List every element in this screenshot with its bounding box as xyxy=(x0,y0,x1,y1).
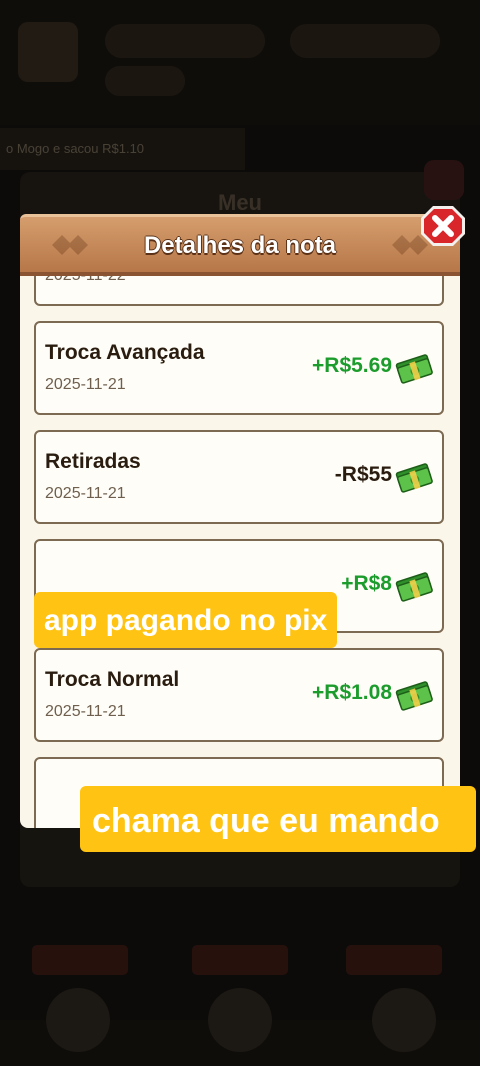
modal-header: Detalhes da nota xyxy=(20,214,460,276)
background-button-3 xyxy=(346,945,442,975)
note-details-modal: Detalhes da nota 2025-11-22 Troca Avança… xyxy=(20,206,465,828)
balance-pill xyxy=(290,24,440,58)
caption-overlay: app pagando no pix xyxy=(34,592,338,648)
cash-icon xyxy=(395,354,433,384)
list-item: Retiradas 2025-11-21 -R$55 xyxy=(34,430,444,524)
item-date: 2025-11-22 xyxy=(45,276,126,285)
nav-icon-1 xyxy=(46,988,110,1052)
avatar xyxy=(18,22,78,82)
item-amount: +R$1.08 xyxy=(312,681,392,704)
list-item: Troca Avançada 2025-11-21 +R$5.69 xyxy=(34,321,444,415)
currency-pill xyxy=(105,24,265,58)
item-title: Troca Normal xyxy=(45,668,180,691)
ticker-strip: o Mogo e sacou R$1.10 xyxy=(0,128,245,170)
cash-icon xyxy=(395,681,433,711)
item-amount: +R$5.69 xyxy=(312,354,392,377)
level-pill xyxy=(105,66,185,96)
modal-title: Detalhes da nota xyxy=(143,232,337,259)
cash-icon xyxy=(395,463,433,493)
item-title: Retiradas xyxy=(45,450,141,473)
close-button[interactable] xyxy=(420,204,466,248)
item-amount: +R$8 xyxy=(341,572,392,595)
note-list-container[interactable]: 2025-11-22 Troca Avançada 2025-11-21 +R$… xyxy=(20,276,460,828)
cash-icon xyxy=(395,572,433,602)
background-button-2 xyxy=(192,945,288,975)
item-date: 2025-11-21 xyxy=(45,485,126,502)
background-button-1 xyxy=(32,945,128,975)
background-close-button xyxy=(424,160,464,200)
item-date: 2025-11-21 xyxy=(45,703,126,720)
item-amount: -R$55 xyxy=(334,463,392,486)
list-item: Troca Normal 2025-11-21 +R$1.08 xyxy=(34,648,444,742)
list-item: 2025-11-22 xyxy=(34,276,444,306)
nav-icon-2 xyxy=(208,988,272,1052)
nav-icon-3 xyxy=(372,988,436,1052)
item-title: Troca Avançada xyxy=(45,341,205,364)
background-panel-title: Meu xyxy=(218,190,262,215)
close-x-icon xyxy=(421,206,465,246)
item-date: 2025-11-21 xyxy=(45,376,126,393)
caption-overlay: chama que eu mando xyxy=(80,786,476,852)
